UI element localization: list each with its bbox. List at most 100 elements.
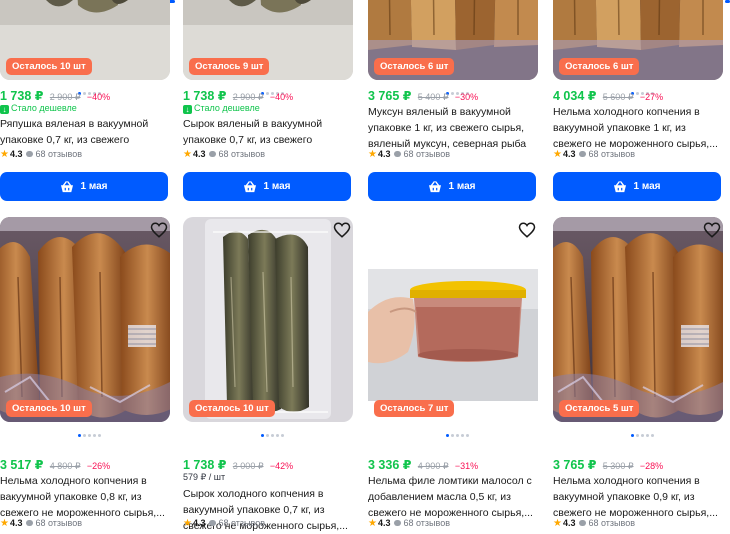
rating-value: 4.3 bbox=[562, 149, 576, 159]
image-pager-dots[interactable] bbox=[446, 424, 471, 437]
current-price: 1 738 ₽ bbox=[0, 89, 44, 103]
stock-badge: Осталось 6 шт bbox=[559, 58, 640, 75]
discount-percent: −28% bbox=[639, 461, 664, 471]
rating-row[interactable]: ★4.3 68 отзывов bbox=[183, 518, 265, 529]
comment-bubble-icon bbox=[579, 520, 587, 526]
rating-value: 4.3 bbox=[192, 149, 206, 159]
price-row: 3 517 ₽ 4 800 ₽ −26% bbox=[0, 457, 110, 472]
stock-badge: Осталось 10 шт bbox=[6, 400, 92, 417]
delivery-date-label: 1 мая bbox=[263, 181, 291, 192]
discount-percent: −27% bbox=[639, 92, 664, 102]
reviews-count: 68 отзывов bbox=[588, 518, 635, 528]
stock-badge: Осталось 7 шт bbox=[374, 400, 455, 417]
star-icon: ★ bbox=[183, 149, 192, 160]
stock-badge: Осталось 6 шт bbox=[374, 58, 455, 75]
image-pager-dots[interactable] bbox=[78, 82, 103, 95]
rating-value: 4.3 bbox=[9, 149, 23, 159]
price-row: 4 034 ₽ 5 600 ₽ −27% bbox=[553, 88, 663, 103]
price-row: 3 765 ₽ 5 400 ₽ −30% bbox=[368, 88, 478, 103]
heart-icon[interactable] bbox=[703, 221, 721, 239]
product-image[interactable]: Осталось 7 шт bbox=[368, 217, 538, 422]
image-pager-dots[interactable] bbox=[631, 424, 656, 437]
heart-icon[interactable] bbox=[150, 221, 168, 239]
product-image[interactable]: Осталось 5 шт bbox=[553, 217, 723, 422]
old-price: 5 400 ₽ bbox=[417, 92, 449, 102]
old-price: 4 900 ₽ bbox=[417, 461, 449, 471]
rating-row[interactable]: ★4.3 68 отзывов bbox=[553, 518, 635, 529]
product-title[interactable]: Муксун вяленый в вакуумной упаковке 1 кг… bbox=[368, 104, 536, 152]
discount-percent: −42% bbox=[269, 461, 294, 471]
product-image[interactable]: Осталось 6 шт bbox=[553, 0, 723, 80]
discount-percent: −26% bbox=[86, 461, 111, 471]
basket-icon bbox=[428, 180, 442, 193]
image-pager-dots[interactable] bbox=[631, 82, 656, 95]
reviews-count: 68 отзывов bbox=[403, 518, 450, 528]
product-image[interactable]: Осталось 10 шт bbox=[183, 217, 353, 422]
current-price: 3 517 ₽ bbox=[0, 458, 44, 472]
price-row: 1 738 ₽ 3 000 ₽ −42% bbox=[183, 457, 293, 472]
basket-icon bbox=[60, 180, 74, 193]
delivery-date-label: 1 мая bbox=[448, 181, 476, 192]
old-price: 2 900 ₽ bbox=[49, 92, 81, 102]
basket-icon bbox=[613, 180, 627, 193]
reviews-count: 68 отзывов bbox=[35, 518, 82, 528]
image-pager-dots[interactable] bbox=[261, 424, 286, 437]
image-pager-dots[interactable] bbox=[261, 82, 286, 95]
product-title[interactable]: Нельма холодного копчения в вакуумной уп… bbox=[553, 104, 721, 152]
product-title[interactable]: Нельма холодного копчения в вакуумной уп… bbox=[0, 473, 168, 521]
product-title[interactable]: Ряпушка вяленая в вакуумной упаковке 0,7… bbox=[0, 116, 168, 148]
heart-icon[interactable] bbox=[518, 221, 536, 239]
heart-icon[interactable] bbox=[333, 221, 351, 239]
rating-value: 4.3 bbox=[192, 518, 206, 528]
price-row: 3 336 ₽ 4 900 ₽ −31% bbox=[368, 457, 478, 472]
current-price: 3 765 ₽ bbox=[553, 458, 597, 472]
rating-row[interactable]: ★4.3 68 отзывов bbox=[0, 518, 82, 529]
product-title[interactable]: Нельма филе ломтики малосол с добавление… bbox=[368, 473, 536, 521]
comment-bubble-icon bbox=[209, 520, 217, 526]
add-to-cart-button[interactable]: 1 мая bbox=[183, 172, 351, 201]
arrow-down-icon: ↓ bbox=[183, 105, 192, 114]
star-icon: ★ bbox=[183, 518, 192, 529]
rating-row[interactable]: ★4.3 68 отзывов bbox=[368, 149, 450, 160]
product-image-fish-jar bbox=[368, 217, 538, 422]
delivery-date-label: 1 мая bbox=[80, 181, 108, 192]
discount-percent: −40% bbox=[86, 92, 111, 102]
old-price: 2 900 ₽ bbox=[232, 92, 264, 102]
add-to-cart-button[interactable]: 1 мая bbox=[0, 172, 168, 201]
stock-badge: Осталось 5 шт bbox=[559, 400, 640, 417]
reviews-count: 68 отзывов bbox=[588, 149, 635, 159]
price-row: 1 738 ₽ 2 900 ₽ −40% bbox=[0, 88, 110, 103]
price-row: 3 765 ₽ 5 300 ₽ −28% bbox=[553, 457, 663, 472]
product-title[interactable]: Сырок вяленый в вакуумной упаковке 0,7 к… bbox=[183, 116, 351, 148]
current-price: 3 765 ₽ bbox=[368, 89, 412, 103]
old-price: 5 600 ₽ bbox=[602, 92, 634, 102]
reviews-count: 68 отзывов bbox=[218, 518, 265, 528]
comment-bubble-icon bbox=[394, 151, 402, 157]
reviews-count: 68 отзывов bbox=[403, 149, 450, 159]
price-drop-note: ↓ Стало дешевле bbox=[183, 103, 260, 114]
delivery-date-label: 1 мая bbox=[633, 181, 661, 192]
old-price: 4 800 ₽ bbox=[49, 461, 81, 471]
star-icon: ★ bbox=[368, 518, 377, 529]
reviews-count: 68 отзывов bbox=[218, 149, 265, 159]
old-price: 5 300 ₽ bbox=[602, 461, 634, 471]
unit-price: 579 ₽ / шт bbox=[183, 472, 226, 482]
product-image[interactable]: Осталось 9 шт bbox=[183, 0, 353, 80]
product-image[interactable]: Осталось 10 шт bbox=[0, 217, 170, 422]
add-to-cart-button[interactable]: 1 мая bbox=[553, 172, 721, 201]
add-to-cart-button[interactable]: 1 мая bbox=[368, 172, 536, 201]
image-pager-dots[interactable] bbox=[78, 424, 103, 437]
product-image-smoked-fish bbox=[0, 217, 170, 422]
rating-row[interactable]: ★4.3 68 отзывов bbox=[0, 149, 82, 160]
product-title[interactable]: Нельма холодного копчения в вакуумной уп… bbox=[553, 473, 721, 521]
product-image[interactable]: Осталось 6 шт bbox=[368, 0, 538, 80]
rating-row[interactable]: ★4.3 68 отзывов bbox=[553, 149, 635, 160]
product-image[interactable]: Осталось 10 шт bbox=[0, 0, 170, 80]
old-price: 3 000 ₽ bbox=[232, 461, 264, 471]
image-pager-dots[interactable] bbox=[446, 82, 471, 95]
rating-row[interactable]: ★4.3 68 отзывов bbox=[183, 149, 265, 160]
product-image-smoked-fish bbox=[553, 217, 723, 422]
rating-row[interactable]: ★4.3 68 отзывов bbox=[368, 518, 450, 529]
current-price: 3 336 ₽ bbox=[368, 458, 412, 472]
stock-badge: Осталось 10 шт bbox=[189, 400, 275, 417]
